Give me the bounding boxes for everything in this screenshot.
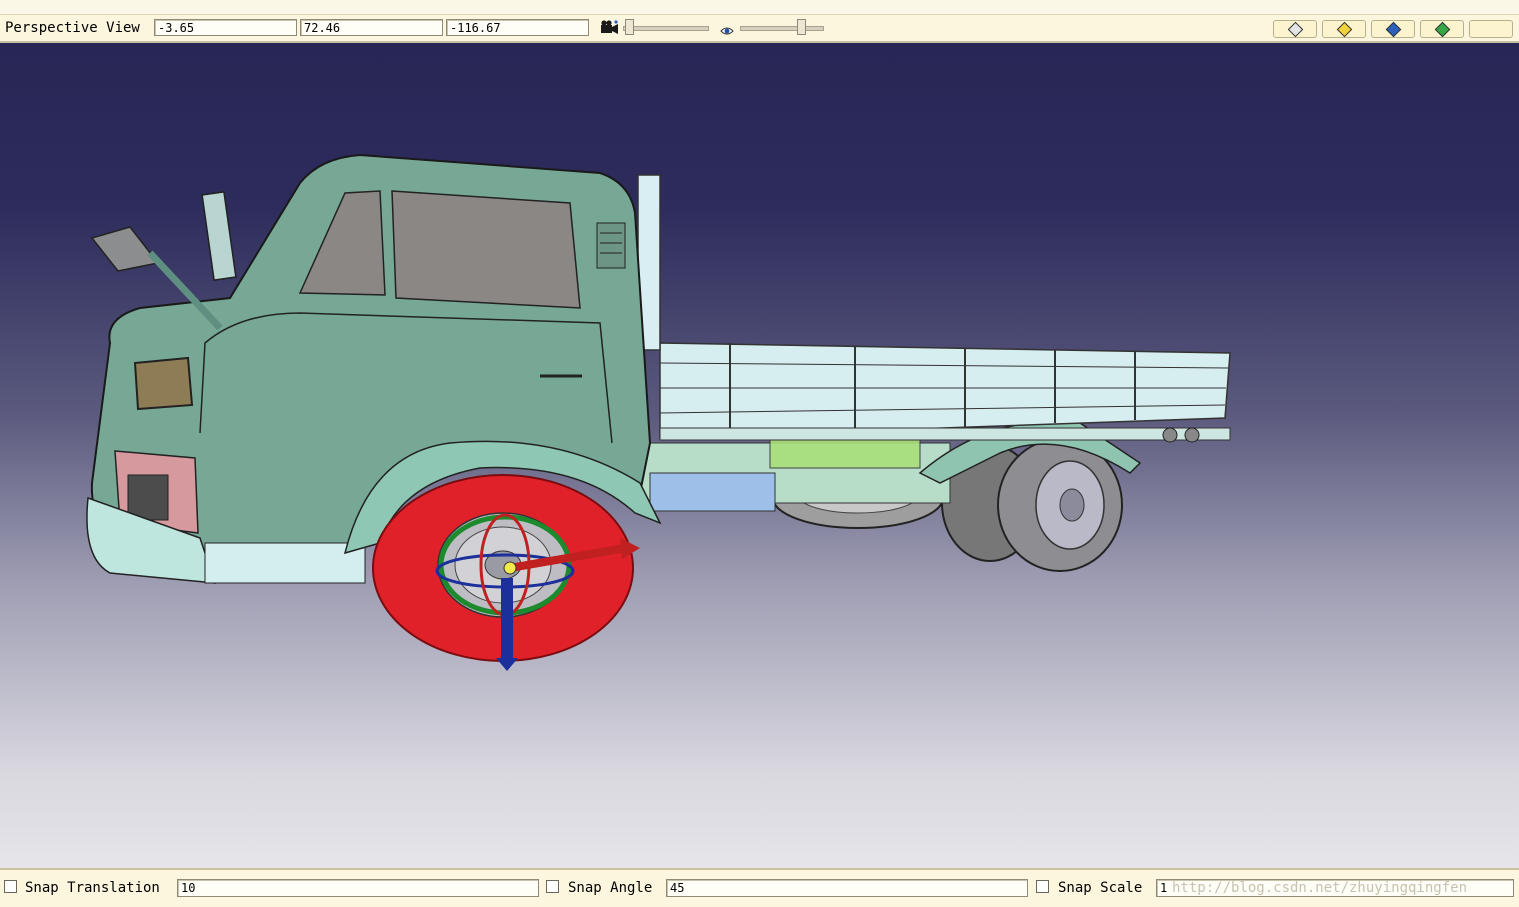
snap-scale-label: Snap Scale <box>1058 880 1143 896</box>
solid-view-icon <box>1385 21 1401 37</box>
wireframe-view-icon <box>1287 21 1303 37</box>
cargo-bed[interactable] <box>659 342 1231 443</box>
eye-icon[interactable] <box>720 22 734 35</box>
truck-model[interactable] <box>0 43 1519 868</box>
solid-view-button[interactable] <box>1371 20 1415 38</box>
options-view-button[interactable] <box>1469 20 1513 38</box>
camera-icon[interactable] <box>600 20 620 36</box>
watermark-text: http://blog.csdn.net/zhuyingqingfen <box>1172 880 1468 896</box>
snap-status-bar: Snap Translation 10 Snap Angle 45 Snap S… <box>0 868 1519 907</box>
3d-viewport[interactable] <box>0 43 1519 868</box>
snap-scale-checkbox[interactable] <box>1036 880 1049 893</box>
snap-angle-checkbox[interactable] <box>546 880 559 893</box>
coord-y-field[interactable]: 72.46 <box>300 19 443 36</box>
view-toolbar: Perspective View -3.65 72.46 -116.67 <box>0 15 1519 43</box>
coord-z-field[interactable]: -116.67 <box>446 19 589 36</box>
colored-view-button[interactable] <box>1420 20 1464 38</box>
wireframe-view-button[interactable] <box>1273 20 1317 38</box>
view-mode-label: Perspective View <box>5 20 140 36</box>
shaded-view-icon <box>1336 21 1352 37</box>
camera-slider-thumb[interactable] <box>625 19 634 35</box>
coord-x-field[interactable]: -3.65 <box>154 19 297 36</box>
colored-view-icon <box>1434 21 1450 37</box>
snap-angle-label: Snap Angle <box>568 880 653 896</box>
snap-translation-checkbox[interactable] <box>4 880 17 893</box>
eye-slider-track[interactable] <box>740 26 824 31</box>
snap-translation-label: Snap Translation <box>25 880 160 896</box>
snap-translation-field[interactable]: 10 <box>177 879 539 897</box>
shaded-view-button[interactable] <box>1322 20 1366 38</box>
eye-slider-thumb[interactable] <box>797 19 806 35</box>
snap-angle-field[interactable]: 45 <box>666 879 1028 897</box>
title-strip <box>0 0 1519 15</box>
camera-slider-track[interactable] <box>623 26 709 31</box>
